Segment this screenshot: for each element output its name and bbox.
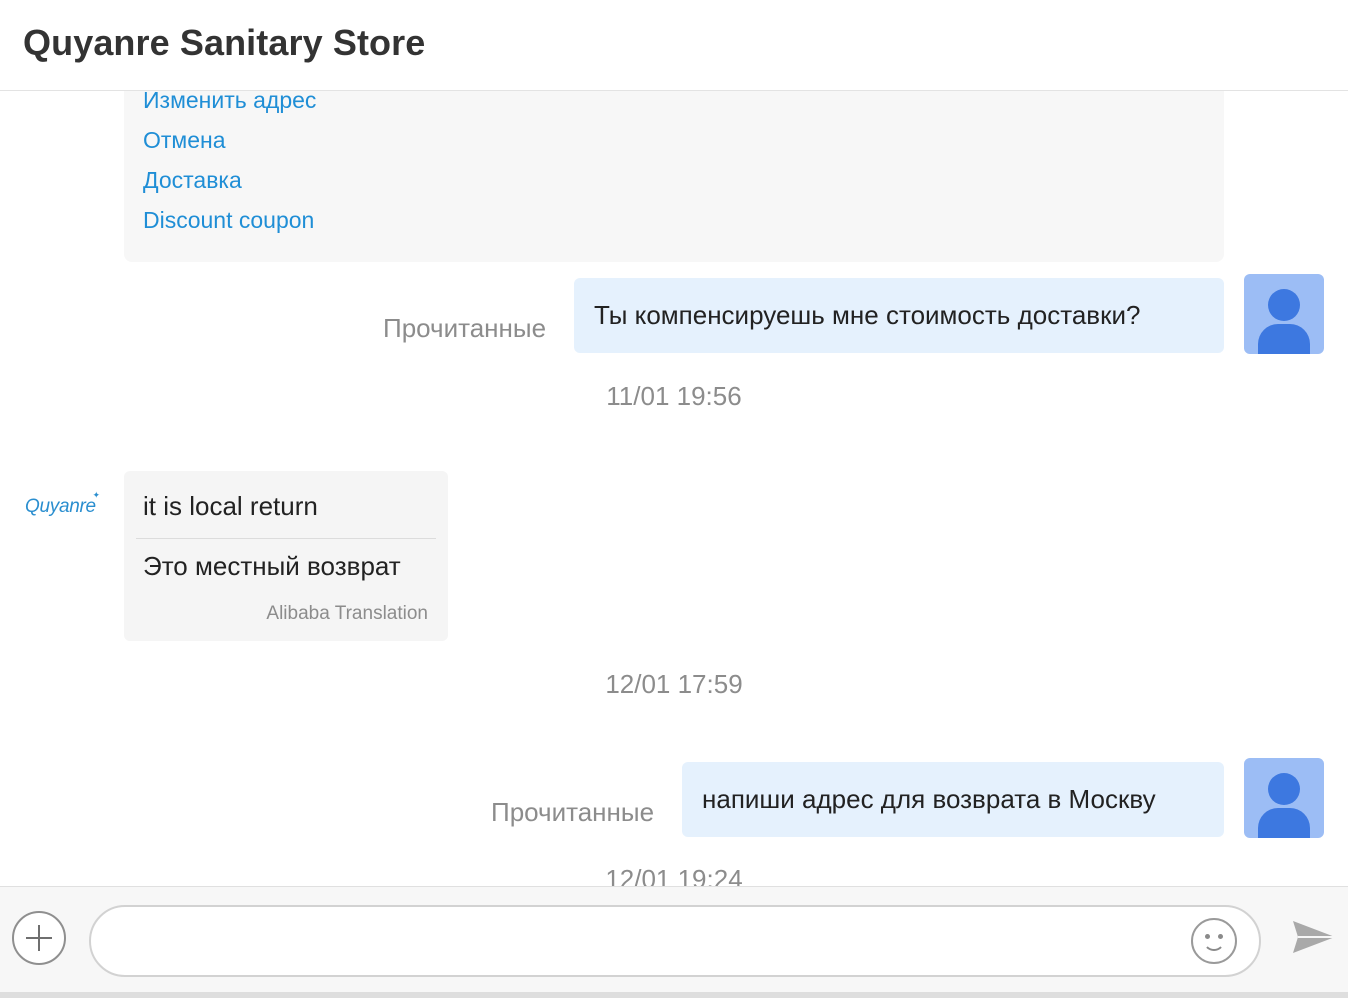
incoming-message[interactable]: it is local return Это местный возврат A… xyxy=(124,471,448,641)
read-status: Прочитанные xyxy=(383,313,547,343)
smiley-icon[interactable] xyxy=(1191,918,1237,964)
menu-item-cancel[interactable]: Отмена xyxy=(143,127,226,154)
menu-item-discount-coupon[interactable]: Discount coupon xyxy=(143,207,314,234)
composer-bottom-bar xyxy=(0,992,1348,998)
chat-header: Quyanre Sanitary Store xyxy=(0,0,1348,91)
outgoing-message[interactable]: Ты компенсируешь мне стоимость доставки? xyxy=(574,278,1224,353)
translated-text: Это местный возврат xyxy=(143,551,401,581)
message-composer xyxy=(0,886,1348,998)
paper-plane-icon[interactable] xyxy=(1290,913,1338,961)
message-input[interactable] xyxy=(89,905,1261,977)
sparkle-icon: ✦ xyxy=(92,490,101,500)
message-timestamp: 12/01 17:59 xyxy=(605,669,743,699)
store-logo-text: Quyanre xyxy=(25,496,96,517)
quick-menu-card: Изменить адрес Отмена Доставка Discount … xyxy=(124,91,1224,262)
message-timestamp: 12/01 19:24 xyxy=(605,864,743,886)
menu-item-change-address[interactable]: Изменить адрес xyxy=(143,91,316,114)
user-avatar-icon[interactable] xyxy=(1244,274,1324,354)
message-timestamp: 11/01 19:56 xyxy=(606,381,742,411)
chat-window: Quyanre Sanitary Store Изменить адрес От… xyxy=(0,0,1348,998)
store-title: Quyanre Sanitary Store xyxy=(23,22,426,63)
message-list[interactable]: Изменить адрес Отмена Доставка Discount … xyxy=(0,91,1348,886)
store-logo[interactable]: Quyanre ✦ xyxy=(25,490,100,518)
menu-item-delivery[interactable]: Доставка xyxy=(143,167,242,194)
user-avatar-icon[interactable] xyxy=(1244,758,1324,838)
outgoing-message[interactable]: напиши адрес для возврата в Москву xyxy=(682,762,1224,837)
plus-circle-icon[interactable] xyxy=(12,911,66,965)
original-text: it is local return xyxy=(143,491,318,521)
message-text: Ты компенсируешь мне стоимость доставки? xyxy=(594,300,1141,330)
message-text: напиши адрес для возврата в Москву xyxy=(702,784,1156,814)
read-status: Прочитанные xyxy=(491,797,655,827)
translation-source: Alibaba Translation xyxy=(266,603,428,624)
translation-divider xyxy=(136,538,436,539)
